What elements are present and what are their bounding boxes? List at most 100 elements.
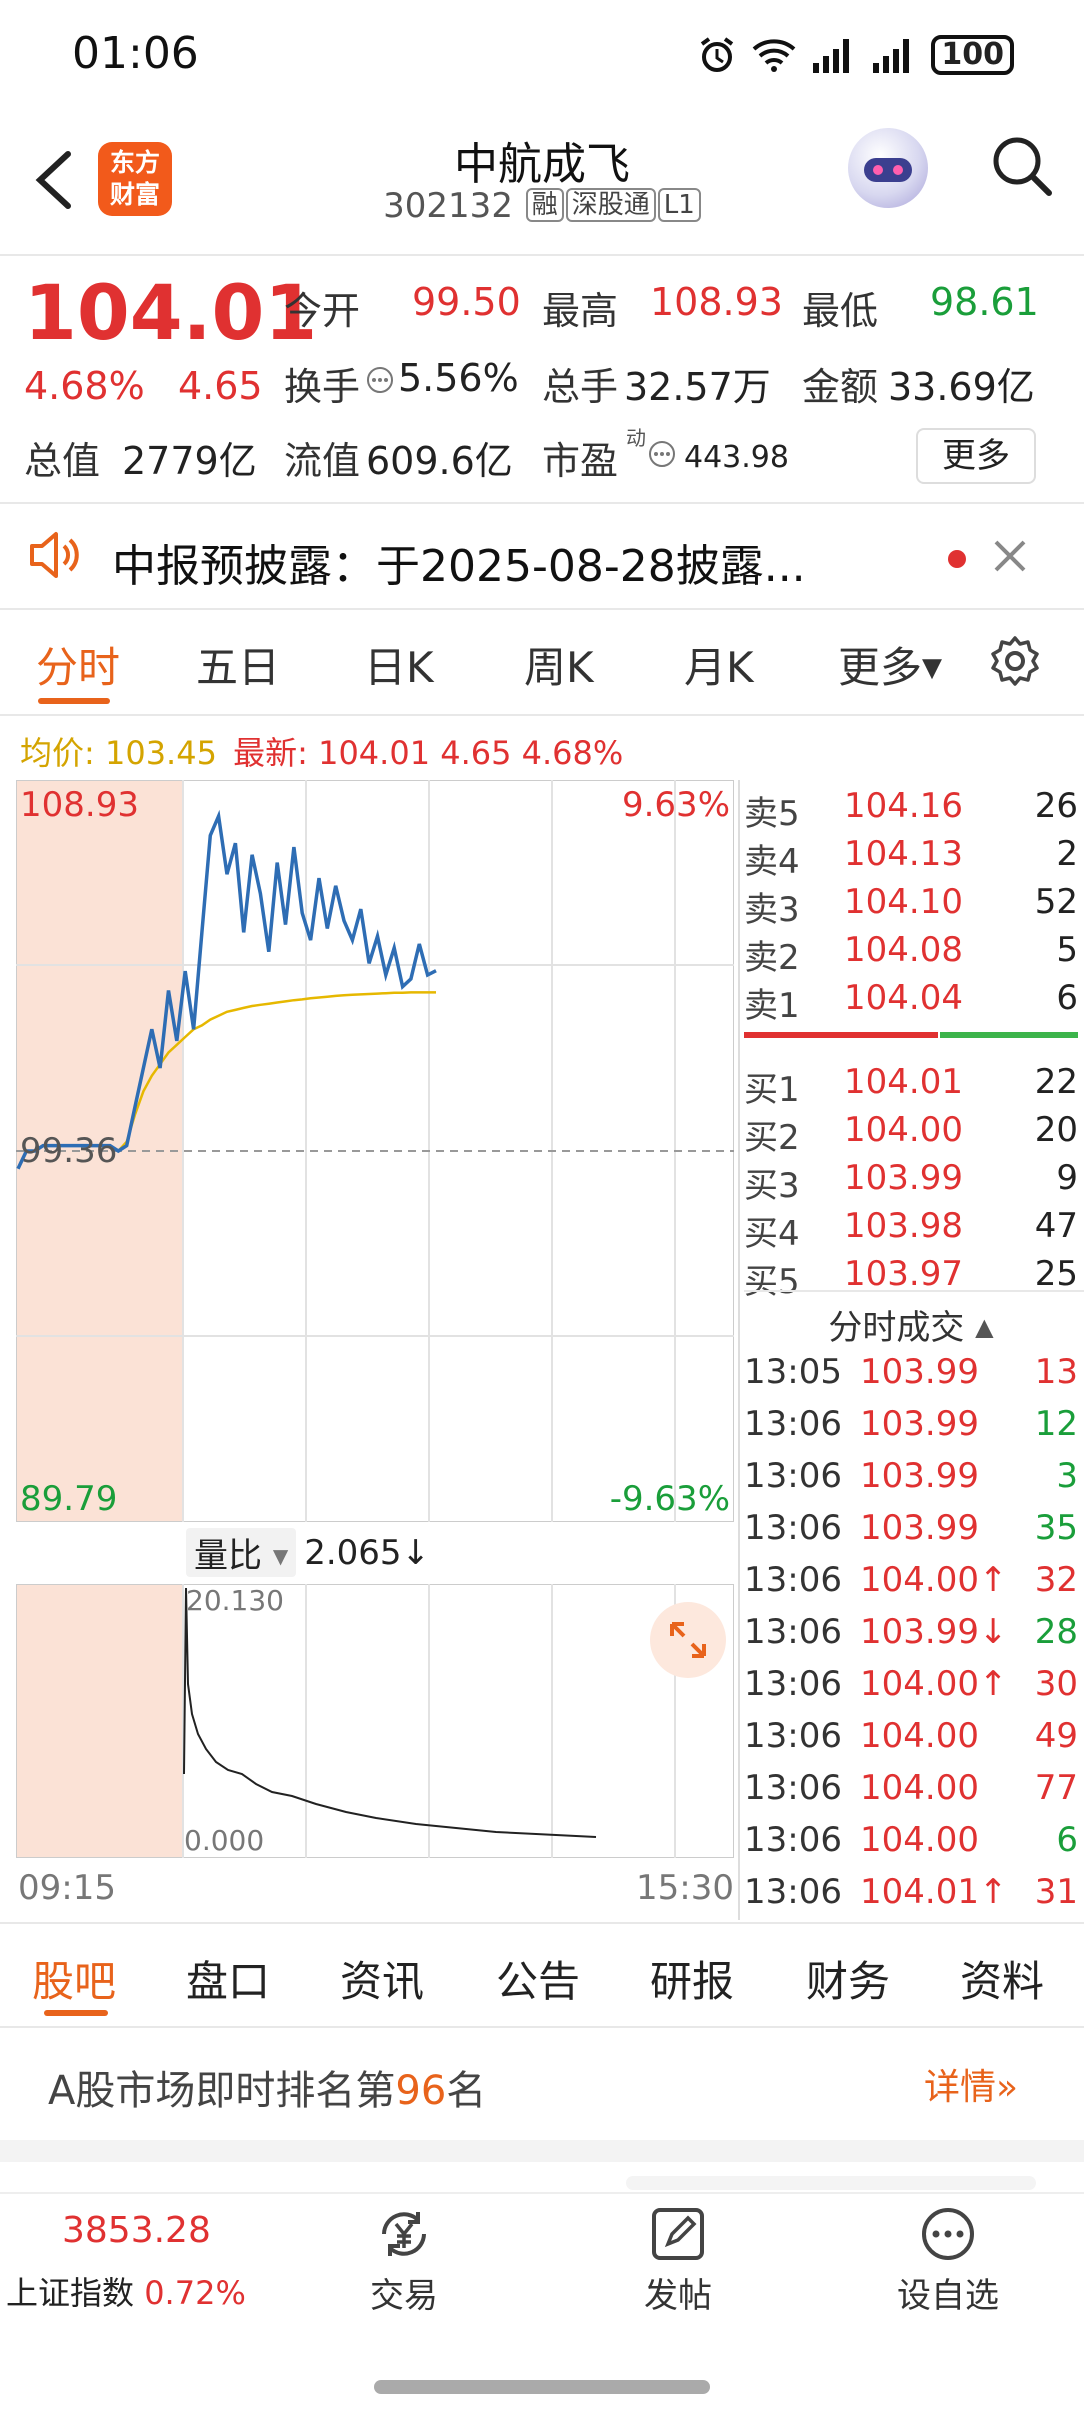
tab-profile[interactable]: 资料	[960, 1948, 1044, 2009]
volume-ratio-chart[interactable]: 20.130 0.000	[16, 1584, 734, 1858]
tab-news[interactable]: 资讯	[340, 1948, 424, 2009]
robot-assistant-icon[interactable]	[848, 128, 928, 208]
trade-button[interactable]: 交易	[334, 2206, 474, 2317]
expand-chart-button[interactable]	[650, 1602, 726, 1678]
ask-row[interactable]: 卖2 104.08 5	[744, 930, 1078, 978]
trades-title: 分时成交	[828, 1308, 965, 1348]
bid-row[interactable]: 买3 103.99 9	[744, 1158, 1078, 1206]
rank-detail-label: 详情	[924, 2067, 997, 2108]
intraday-price-chart[interactable]: 108.93 9.63% 99.36 89.79 -9.63%	[16, 780, 734, 1522]
latest-value: 104.01	[318, 734, 431, 772]
trade-price: 103.99	[860, 1456, 979, 1496]
latest-change: 4.65	[440, 734, 512, 772]
change-amount: 4.65	[178, 364, 263, 408]
trade-row: 13:05 103.99 13	[744, 1352, 1078, 1404]
trade-price: 103.99	[860, 1404, 979, 1444]
trades-list[interactable]: 13:05 103.99 13 13:06 103.99 12 13:06 103.99 3 13…	[744, 1352, 1084, 1924]
ask-row[interactable]: 卖5 104.16 26	[744, 786, 1078, 834]
tab-more[interactable]: 更多▼	[838, 634, 942, 695]
rank-prefix: A股市场即时排名第	[48, 2068, 396, 2114]
bottom-tabs-top-divider	[0, 1922, 1084, 1924]
mktcap-value: 2779亿	[122, 439, 257, 483]
search-button[interactable]	[990, 134, 1054, 198]
trade-row: 13:06 104.01↑ 31	[744, 1872, 1078, 1924]
tab-research[interactable]: 研报	[650, 1948, 734, 2009]
tab-five-day[interactable]: 五日	[196, 634, 280, 695]
collapsed-card-edge	[626, 2176, 1036, 2190]
amount-label: 金额	[802, 365, 879, 409]
header-divider	[0, 254, 1084, 256]
trade-row: 13:06 104.00↑ 30	[744, 1664, 1078, 1716]
ask-price: 104.13	[844, 834, 963, 874]
vol-value: 2.065↓	[304, 1532, 431, 1573]
info-icon[interactable]	[648, 440, 676, 468]
trade-price: 104.00↑	[860, 1560, 1008, 1600]
close-icon[interactable]	[992, 538, 1028, 574]
index-price[interactable]: 3853.28	[62, 2210, 211, 2251]
low-value: 98.61	[930, 280, 1039, 324]
trade-price: 104.00	[860, 1820, 979, 1860]
settings-gear-icon[interactable]	[988, 634, 1042, 688]
bid-price: 103.97	[844, 1254, 963, 1294]
index-name-row[interactable]: 上证指数 0.72%	[6, 2268, 246, 2314]
tab-announcements[interactable]: 公告	[496, 1948, 580, 2009]
trade-time: 13:06	[744, 1664, 842, 1704]
bid-row[interactable]: 买4 103.98 47	[744, 1206, 1078, 1254]
tab-intraday[interactable]: 分时	[36, 634, 120, 695]
add-watchlist-button[interactable]: 设自选	[878, 2206, 1018, 2317]
ask-row[interactable]: 卖1 104.04 6	[744, 978, 1078, 1026]
home-indicator[interactable]	[374, 2380, 710, 2394]
search-icon	[993, 137, 1052, 196]
ask-label: 卖2	[744, 938, 800, 978]
y-top-pct: 9.63%	[622, 785, 730, 825]
latest-legend: 最新: 104.01 4.65 4.68%	[233, 734, 623, 772]
bid-price: 104.00	[844, 1110, 963, 1150]
trade-row: 13:06 103.99↓ 28	[744, 1612, 1078, 1664]
alarm-icon	[701, 37, 734, 72]
tab-pankou[interactable]: 盘口	[186, 1948, 270, 2009]
bid-price: 104.01	[844, 1062, 963, 1102]
tab-guba[interactable]: 股吧	[32, 1948, 116, 2009]
ask-label: 卖5	[744, 794, 800, 834]
trade-price: 104.00	[860, 1768, 979, 1808]
time-start: 09:15	[18, 1868, 116, 1908]
bid-label: 买1	[744, 1070, 800, 1110]
trade-volume: 31	[1034, 1872, 1078, 1912]
bid-row[interactable]: 买5 103.97 25	[744, 1254, 1078, 1302]
orderbook-divider	[744, 1290, 1084, 1292]
bid-row[interactable]: 买1 104.01 22	[744, 1062, 1078, 1110]
ask-row[interactable]: 卖4 104.13 2	[744, 834, 1078, 882]
volume-ratio-dropdown[interactable]: 量比 ▼	[186, 1528, 297, 1577]
turnover-value: 5.56%	[398, 356, 519, 400]
more-quote-button[interactable]: 更多	[916, 428, 1036, 484]
bid-label: 买2	[744, 1118, 800, 1158]
trade-time: 13:06	[744, 1820, 842, 1860]
bid-vol: 9	[1056, 1158, 1078, 1198]
y-bottom-pct: -9.63%	[610, 1479, 730, 1519]
tab-finance[interactable]: 财务	[806, 1948, 890, 2009]
post-button[interactable]: 发帖	[608, 2206, 748, 2317]
tab-daily-k[interactable]: 日K	[364, 634, 434, 695]
tab-monthly-k[interactable]: 月K	[684, 634, 754, 695]
rank-detail-link[interactable]: 详情»	[924, 2058, 1018, 2110]
notice-text[interactable]: 中报预披露：于2025-08-28披露...	[112, 530, 806, 594]
trade-time: 13:06	[744, 1768, 842, 1808]
bid-vol: 47	[1034, 1206, 1078, 1246]
bid-row[interactable]: 买2 104.00 20	[744, 1110, 1078, 1158]
float-value: 609.6亿	[366, 439, 513, 483]
trade-price: 103.99	[860, 1508, 979, 1548]
wifi-icon	[753, 39, 796, 72]
tag-level: L1	[657, 188, 701, 222]
trades-header[interactable]: 分时成交 ▲	[744, 1300, 1078, 1349]
avg-label: 均价:	[20, 734, 95, 772]
tab-weekly-k[interactable]: 周K	[524, 634, 594, 695]
index-name: 上证指数	[6, 2274, 135, 2312]
bottom-tabs-divider	[0, 2026, 1084, 2028]
caret-down-icon: ▼	[922, 653, 943, 683]
trade-row: 13:06 104.00↑ 32	[744, 1560, 1078, 1612]
tab-more-label: 更多	[838, 643, 923, 692]
info-icon[interactable]	[366, 366, 394, 394]
trade-volume: 77	[1034, 1768, 1078, 1808]
stock-code: 302132	[383, 186, 513, 226]
ask-row[interactable]: 卖3 104.10 52	[744, 882, 1078, 930]
